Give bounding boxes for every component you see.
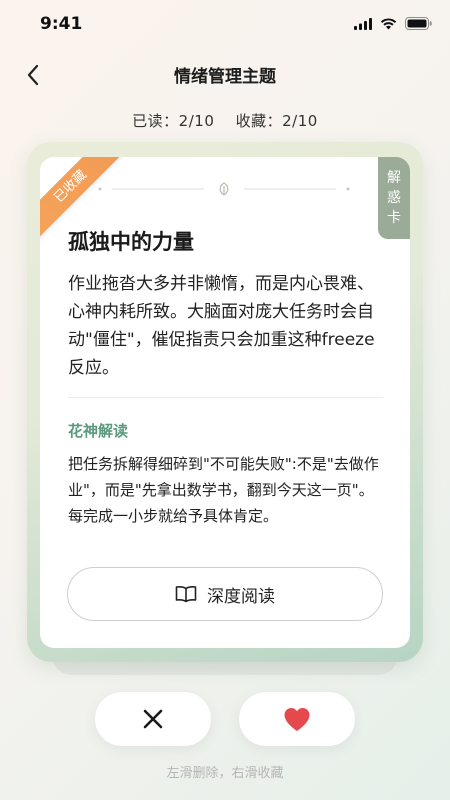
page-title: 情绪管理主题 — [174, 67, 276, 87]
open-book-icon — [175, 585, 197, 603]
card-type-char: 惑 — [387, 190, 401, 206]
swipe-hint: 左滑删除，右滑收藏 — [166, 766, 284, 781]
progress-stats: 已读：2/10 收藏：2/10 — [0, 110, 450, 131]
signal-icon — [354, 17, 372, 30]
heart-icon — [284, 707, 310, 731]
card-type-char: 解 — [387, 170, 401, 186]
status-icons — [354, 17, 432, 30]
interpretation-label: 花神解读 — [68, 422, 129, 440]
read-count: 已读：2/10 — [132, 112, 215, 130]
interpretation-text: 把任务拆解得细碎到"不可能失败":不是"去做作业"，而是"先拿出数学书，翻到今天… — [68, 455, 379, 525]
wifi-icon — [380, 17, 397, 29]
deep-read-label: 深度阅读 — [207, 586, 275, 607]
leaf-icon — [219, 182, 229, 196]
status-time: 9:41 — [40, 14, 83, 34]
delete-button[interactable] — [95, 692, 211, 746]
ornament-divider — [98, 182, 350, 196]
section-divider — [68, 397, 383, 398]
battery-icon — [405, 17, 432, 30]
close-icon — [143, 709, 163, 729]
card-body-text: 作业拖沓大多并非懒惰，而是内心畏难、心神内耗所致。大脑面对庞大任务时会自动"僵住… — [68, 274, 375, 378]
deep-read-button[interactable]: 深度阅读 — [67, 567, 383, 621]
nav-bar: 情绪管理主题 — [0, 52, 450, 96]
status-bar: 9:41 — [0, 0, 450, 48]
card-type-char: 卡 — [387, 210, 401, 226]
favorite-button[interactable] — [239, 692, 355, 746]
card-title: 孤独中的力量 — [68, 230, 194, 254]
card-type-tab: 解 惑 卡 — [378, 157, 410, 239]
favorite-count: 收藏：2/10 — [235, 112, 318, 130]
